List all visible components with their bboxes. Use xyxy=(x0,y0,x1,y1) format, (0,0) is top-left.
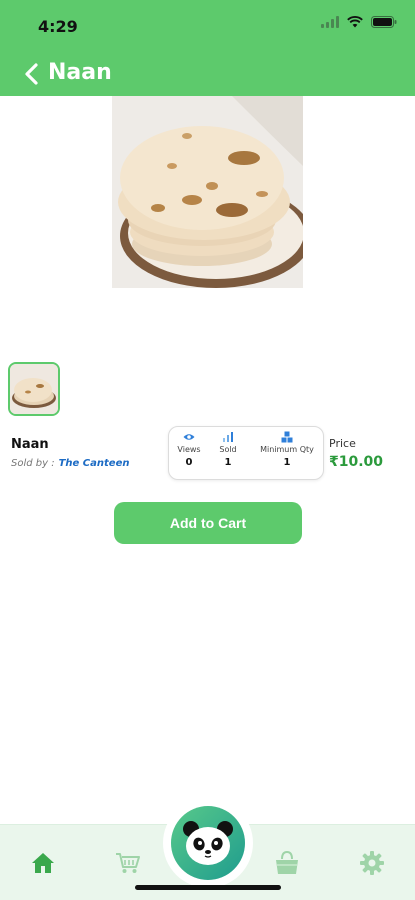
add-to-cart-button[interactable]: Add to Cart xyxy=(114,502,302,544)
bar-chart-icon xyxy=(223,432,233,442)
sold-by-label: Sold by : xyxy=(11,458,55,469)
naan-stack-image xyxy=(112,96,303,288)
app-header: 4:29 Naan xyxy=(0,0,415,96)
battery-icon xyxy=(371,16,397,28)
price-value: ₹10.00 xyxy=(329,454,384,470)
stat-sold: Sold 1 xyxy=(213,431,243,468)
stat-sold-value: 1 xyxy=(224,457,232,468)
price-label: Price xyxy=(329,437,356,450)
stat-minimum-qty: Minimum Qty 1 xyxy=(253,431,321,468)
product-hero-image xyxy=(112,96,303,288)
cart-icon xyxy=(116,853,140,873)
product-stats-card: Views 0 Sold 1 Minimum Qty 1 xyxy=(168,426,324,480)
stat-minimum-qty-label: Minimum Qty xyxy=(260,445,314,454)
product-name: Naan xyxy=(11,437,49,452)
naan-thumbnail-image xyxy=(10,364,58,414)
tab-orders[interactable] xyxy=(273,849,301,877)
tab-cart[interactable] xyxy=(114,849,142,877)
product-thumbnail[interactable] xyxy=(8,362,60,416)
tab-home[interactable] xyxy=(29,849,57,877)
eye-icon xyxy=(183,434,195,440)
boxes-icon xyxy=(281,431,293,443)
back-chevron-icon[interactable] xyxy=(22,62,44,86)
signal-icon xyxy=(321,16,339,28)
shopping-bag-icon xyxy=(276,850,298,874)
gear-icon xyxy=(360,851,384,875)
stat-sold-label: Sold xyxy=(219,445,237,454)
home-indicator xyxy=(135,885,281,890)
seller-name[interactable]: The Canteen xyxy=(59,458,130,469)
center-panda-button[interactable] xyxy=(171,806,245,880)
home-icon xyxy=(32,853,54,873)
status-icons xyxy=(321,16,397,28)
stat-minimum-qty-value: 1 xyxy=(283,457,291,468)
seller-line: Sold by : The Canteen xyxy=(11,458,129,469)
stat-views-label: Views xyxy=(177,445,201,454)
status-time: 4:29 xyxy=(38,17,78,36)
stat-views: Views 0 xyxy=(173,431,205,468)
panda-icon xyxy=(183,821,233,865)
wifi-icon xyxy=(347,16,363,28)
page-title: Naan xyxy=(48,60,112,85)
stat-views-value: 0 xyxy=(185,457,193,468)
tab-settings[interactable] xyxy=(358,849,386,877)
